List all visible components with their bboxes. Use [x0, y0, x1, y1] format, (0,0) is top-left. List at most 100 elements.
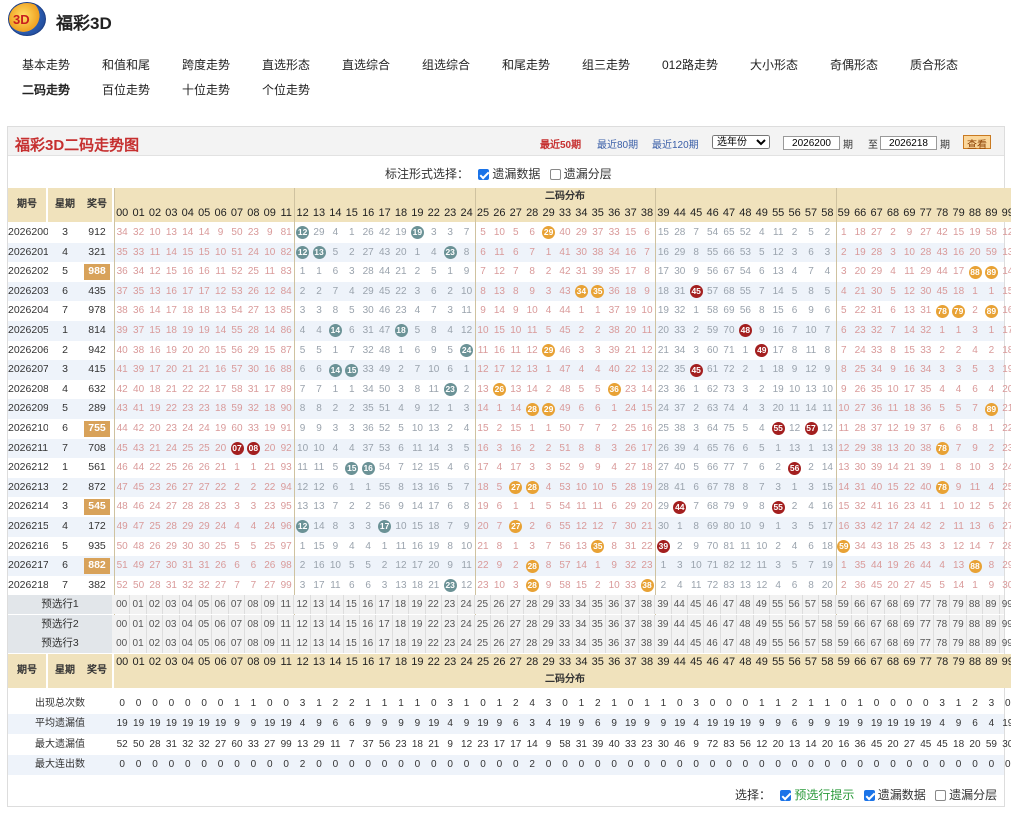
preselect-cell[interactable]: 27 [508, 595, 524, 615]
preselect-cell[interactable]: 24 [458, 634, 475, 654]
preselect-cell[interactable]: 12 [294, 595, 311, 615]
preselect-cell[interactable]: 79 [950, 634, 967, 654]
preselect-cell[interactable]: 28 [524, 595, 541, 615]
preselect-cell[interactable]: 78 [934, 634, 951, 654]
preselect-cell[interactable]: 06 [212, 634, 229, 654]
preselect-cell[interactable]: 18 [393, 614, 410, 634]
preselect-cell[interactable]: 66 [852, 634, 869, 654]
preselect-cell[interactable]: 34 [573, 614, 590, 634]
preselect-cell[interactable]: 89 [983, 614, 1000, 634]
preselect-cell[interactable]: 24 [458, 595, 475, 615]
preselect-cell[interactable]: 47 [721, 614, 738, 634]
preselect-cell[interactable]: 00 [114, 595, 131, 615]
preselect-cell[interactable]: 33 [557, 634, 574, 654]
preselect-cell[interactable]: 11 [278, 595, 295, 615]
preselect-cell[interactable]: 56 [786, 634, 803, 654]
preselect-cell[interactable]: 46 [704, 614, 721, 634]
preselect-cell[interactable]: 14 [327, 595, 344, 615]
preselect-cell[interactable]: 69 [901, 634, 918, 654]
preselect-cell[interactable]: 16 [360, 595, 377, 615]
preselect-cell[interactable]: 22 [426, 614, 442, 634]
preselect-cell[interactable]: 23 [442, 595, 459, 615]
preselect-cell[interactable]: 39 [655, 595, 672, 615]
preselect-cell[interactable]: 46 [704, 595, 721, 615]
preselect-cell[interactable]: 08 [245, 634, 262, 654]
preselect-cell[interactable]: 55 [770, 634, 787, 654]
preselect-cell[interactable]: 36 [606, 595, 623, 615]
preselect-cell[interactable]: 18 [393, 634, 410, 654]
preselect-cell[interactable]: 15 [344, 614, 360, 634]
preselect-cell[interactable]: 39 [655, 614, 672, 634]
preselect-cell[interactable]: 59 [836, 634, 852, 654]
preselect-cell[interactable]: 88 [967, 634, 984, 654]
preselect-cell[interactable]: 39 [655, 634, 672, 654]
preselect-cell[interactable]: 35 [590, 595, 606, 615]
preselect-cell[interactable]: 19 [409, 634, 426, 654]
preselect-cell[interactable]: 33 [557, 595, 574, 615]
preselect-cell[interactable]: 47 [721, 595, 738, 615]
preselect-cell[interactable]: 17 [376, 614, 393, 634]
preselect-cell[interactable]: 17 [376, 595, 393, 615]
preselect-cell[interactable]: 14 [327, 614, 344, 634]
preselect-cell[interactable]: 22 [426, 595, 442, 615]
preselect-cell[interactable]: 01 [130, 634, 147, 654]
preselect-cell[interactable]: 99 [1000, 615, 1011, 634]
preselect-cell[interactable]: 37 [622, 595, 639, 615]
preselect-cell[interactable]: 68 [885, 595, 902, 615]
preselect-cell[interactable]: 28 [524, 634, 541, 654]
preselect-cell[interactable]: 57 [803, 595, 820, 615]
preselect-cell[interactable]: 05 [196, 595, 213, 615]
preselect-cell[interactable]: 55 [770, 595, 787, 615]
preselect-cell[interactable]: 36 [606, 634, 623, 654]
preselect-cell[interactable]: 04 [180, 634, 196, 654]
preselect-cell[interactable]: 28 [524, 614, 541, 634]
preselect-cell[interactable]: 58 [819, 634, 836, 654]
preselect-cell[interactable]: 48 [737, 614, 754, 634]
preselect-cell[interactable]: 29 [540, 595, 557, 615]
preselect-cell[interactable]: 08 [245, 614, 262, 634]
preselect-cell[interactable]: 99 [1000, 595, 1011, 614]
preselect-cell[interactable]: 09 [262, 595, 278, 615]
preselect-cell[interactable]: 29 [540, 634, 557, 654]
preselect-cell[interactable]: 13 [311, 614, 328, 634]
preselect-cell[interactable]: 58 [819, 614, 836, 634]
preselect-cell[interactable]: 66 [852, 595, 869, 615]
preselect-cell[interactable]: 49 [754, 595, 770, 615]
preselect-cell[interactable]: 58 [819, 595, 836, 615]
footer-omit-data-checkbox[interactable] [863, 790, 875, 801]
preselect-cell[interactable]: 48 [737, 595, 754, 615]
preselect-cell[interactable]: 89 [983, 595, 1000, 615]
preselect-cell[interactable]: 02 [147, 634, 164, 654]
preselect-cell[interactable]: 04 [180, 595, 196, 615]
preselect-cell[interactable]: 19 [409, 595, 426, 615]
preselect-cell[interactable]: 12 [294, 614, 311, 634]
preselect-cell[interactable]: 23 [442, 634, 459, 654]
preselect-cell[interactable]: 13 [311, 595, 328, 615]
preselect-cell[interactable]: 04 [180, 614, 196, 634]
preselect-cell[interactable]: 57 [803, 614, 820, 634]
preselect-cell[interactable]: 38 [639, 595, 656, 615]
preselect-cell[interactable]: 89 [983, 634, 1000, 654]
preselect-cell[interactable]: 14 [327, 634, 344, 654]
preselect-cell[interactable]: 09 [262, 634, 278, 654]
preselect-cell[interactable]: 11 [278, 614, 295, 634]
preselect-cell[interactable]: 38 [639, 634, 656, 654]
preselect-cell[interactable]: 07 [229, 595, 246, 615]
preselect-cell[interactable]: 77 [918, 614, 934, 634]
preselect-cell[interactable]: 00 [114, 614, 131, 634]
preselect-cell[interactable]: 68 [885, 634, 902, 654]
preselect-cell[interactable]: 55 [770, 614, 787, 634]
preselect-cell[interactable]: 88 [967, 614, 984, 634]
preselect-cell[interactable]: 78 [934, 595, 951, 615]
preselect-cell[interactable]: 16 [360, 614, 377, 634]
preselect-cell[interactable]: 22 [426, 634, 442, 654]
preselect-cell[interactable]: 44 [672, 595, 688, 615]
preselect-cell[interactable]: 29 [540, 614, 557, 634]
preselect-cell[interactable]: 57 [803, 634, 820, 654]
preselect-cell[interactable]: 03 [163, 614, 180, 634]
preselect-cell[interactable]: 26 [491, 634, 508, 654]
preselect-cell[interactable]: 05 [196, 614, 213, 634]
preselect-cell[interactable]: 77 [918, 595, 934, 615]
preselect-cell[interactable]: 44 [672, 614, 688, 634]
preselect-cell[interactable]: 79 [950, 614, 967, 634]
